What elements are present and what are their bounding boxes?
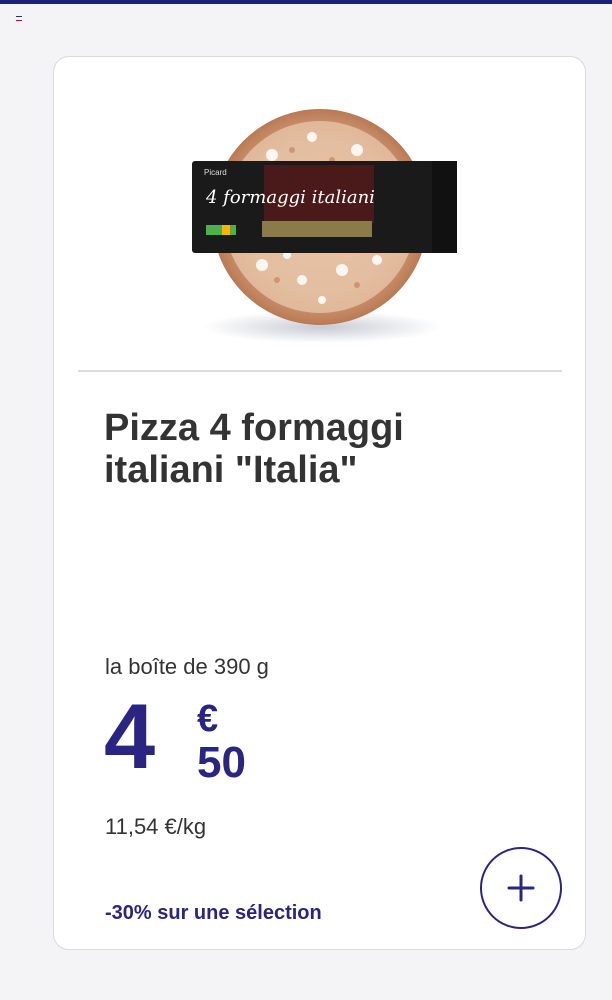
- svg-text:4 formaggi italiani: 4 formaggi italiani: [205, 187, 375, 208]
- divider: [78, 370, 562, 372]
- product-image: Picard 4 formaggi italiani: [192, 109, 457, 343]
- product-card[interactable]: Picard 4 formaggi italiani Pizza 4 forma…: [53, 56, 586, 950]
- price-currency: €: [197, 698, 219, 740]
- price-integer: 4: [104, 686, 155, 788]
- price-decimal: 50: [197, 738, 246, 787]
- price-per-kg: 11,54 €/kg: [105, 814, 207, 839]
- svg-text:Picard: Picard: [204, 168, 227, 177]
- flag-icon: [16, 16, 22, 21]
- promo-text: -30% sur une sélection: [105, 902, 322, 924]
- add-to-cart-button[interactable]: [480, 847, 562, 929]
- top-bar: [0, 0, 612, 4]
- product-title: Pizza 4 formaggi italiani "Italia": [104, 407, 404, 491]
- plus-icon: [507, 874, 535, 902]
- packaging-label: la boîte de 390 g: [105, 654, 269, 679]
